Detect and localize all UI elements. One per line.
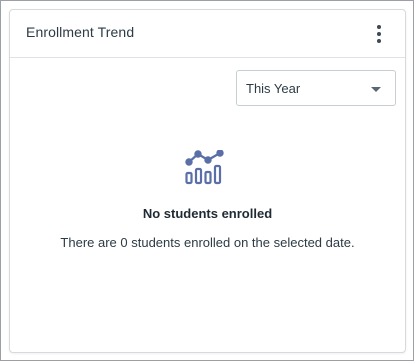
kebab-menu-icon[interactable]	[369, 23, 389, 45]
enrollment-trend-widget: Enrollment Trend This Year No students e…	[9, 9, 406, 353]
empty-state-title: No students enrolled	[142, 206, 273, 221]
kebab-dot	[377, 25, 381, 29]
widget-title: Enrollment Trend	[26, 24, 135, 40]
kebab-dot	[377, 32, 381, 36]
empty-state-description: There are 0 students enrolled on the sel…	[60, 235, 355, 250]
period-select-value: This Year	[246, 81, 301, 96]
kebab-dot	[377, 39, 381, 43]
widget-header: Enrollment Trend	[10, 10, 405, 58]
chart-trend-icon	[185, 150, 224, 185]
chevron-down-icon	[371, 87, 381, 92]
window-frame: Enrollment Trend This Year No students e…	[0, 0, 414, 361]
period-select[interactable]: This Year	[236, 70, 396, 106]
